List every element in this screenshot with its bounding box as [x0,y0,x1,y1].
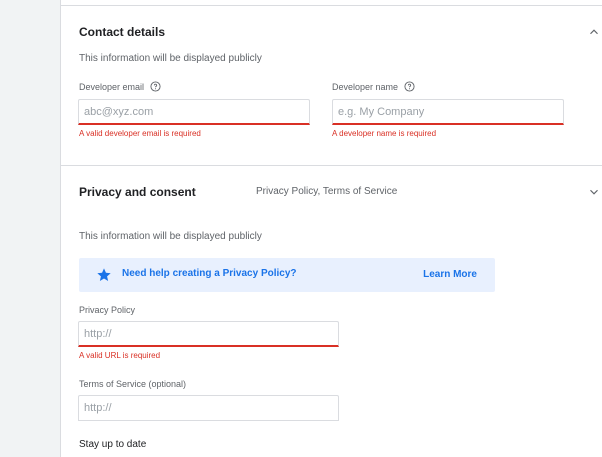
privacy-section-subtitle: This information will be displayed publi… [79,231,262,242]
privacy-section-title: Privacy and consent [79,185,196,199]
privacy-help-text: Need help creating a Privacy Policy? [122,268,297,279]
help-circle-icon[interactable] [150,81,161,92]
page: Contact details This information will be… [0,0,602,457]
developer-name-label: Developer name [332,81,415,92]
learn-more-link[interactable]: Learn More [423,269,477,280]
star-icon [97,268,111,281]
contact-section-subtitle: This information will be displayed publi… [79,53,262,64]
privacy-policy-label-text: Privacy Policy [79,305,136,315]
privacy-policy-error: A valid URL is required [79,351,161,360]
chevron-down-icon[interactable] [587,185,601,199]
top-divider [61,5,602,6]
chevron-up-icon[interactable] [587,25,601,39]
privacy-policy-input[interactable] [78,321,339,347]
section-divider [61,165,602,166]
developer-email-input[interactable] [78,99,310,125]
terms-of-service-input[interactable] [78,395,339,421]
developer-email-label: Developer email [79,81,161,92]
developer-name-input[interactable] [332,99,564,125]
privacy-policy-label: Privacy Policy [79,305,135,315]
contact-section-title: Contact details [79,25,166,39]
terms-of-service-label: Terms of Service (optional) [79,379,186,389]
help-circle-icon[interactable] [404,81,415,92]
developer-name-label-text: Developer name [332,81,399,92]
developer-name-error: A developer name is required [332,129,437,138]
terms-of-service-label-text: Terms of Service (optional) [79,379,187,389]
developer-email-label-text: Developer email [79,81,145,92]
settings-panel: Contact details This information will be… [60,0,602,457]
privacy-help-banner: Need help creating a Privacy Policy? Lea… [79,258,495,292]
developer-email-error: A valid developer email is required [79,129,201,138]
privacy-section-summary: Privacy Policy, Terms of Service [256,186,398,197]
stay-up-to-date-title: Stay up to date [79,439,147,450]
